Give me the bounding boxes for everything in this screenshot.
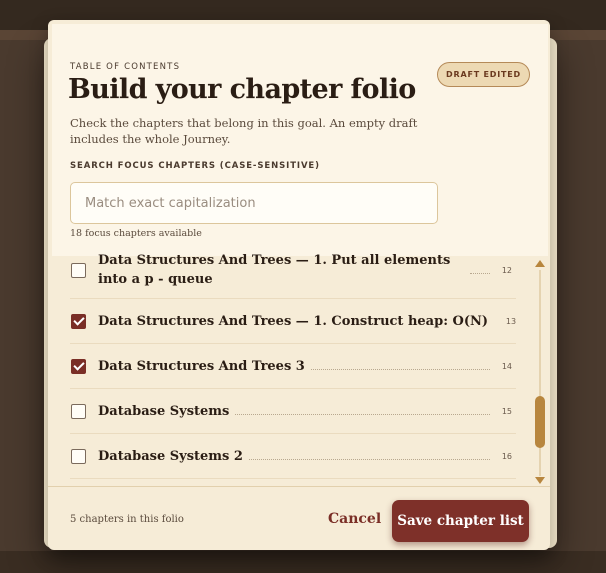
chapter-row[interactable]: Database Systems 15 — [70, 389, 516, 434]
chapter-list[interactable]: Data Structures And Trees — 1. Put all e… — [70, 252, 516, 486]
chapter-label: Database Systems — [98, 403, 230, 419]
search-label: SEARCH FOCUS CHAPTERS (CASE-SENSITIVE) — [70, 161, 320, 171]
cancel-button[interactable]: Cancel — [328, 511, 381, 527]
chapter-checkbox[interactable] — [71, 358, 86, 374]
dot-leader — [235, 413, 490, 415]
chapter-label: Data Structures And Trees — 1. Construct… — [98, 313, 489, 329]
chapter-page: 14 — [501, 361, 512, 371]
chapter-row[interactable]: Data Structures And Trees — 1. Construct… — [70, 299, 516, 344]
chapter-page: 13 — [505, 316, 516, 326]
scroll-down-arrow-icon[interactable] — [535, 477, 545, 484]
dialog-description: Check the chapters that belong in this g… — [70, 116, 418, 146]
chapter-label: Data Structures And Trees — 1. Put all e… — [98, 253, 451, 287]
scroll-up-arrow-icon[interactable] — [535, 260, 545, 267]
chapter-row[interactable]: Data Structures And Trees 3 14 — [70, 344, 516, 389]
chapter-row[interactable]: Database Systems 2 16 — [70, 434, 516, 479]
search-result-count: 18 focus chapters available — [70, 228, 202, 239]
footer-divider — [48, 486, 550, 487]
chapter-checkbox[interactable] — [71, 403, 86, 419]
chapter-row[interactable]: Data Structures And Trees — 1. Put all e… — [70, 252, 516, 299]
chapter-search-input[interactable] — [70, 182, 438, 224]
chapter-checkbox[interactable] — [71, 313, 86, 329]
chapter-folio-dialog: TABLE OF CONTENTS Build your chapter fol… — [48, 20, 550, 550]
chapter-page: 15 — [501, 406, 512, 416]
chapter-checkbox[interactable] — [71, 262, 86, 278]
dialog-eyebrow: TABLE OF CONTENTS — [70, 62, 181, 72]
dot-leader — [310, 368, 490, 370]
background-footer — [0, 551, 606, 573]
dot-leader — [470, 272, 490, 274]
scrollbar-thumb[interactable] — [535, 396, 545, 448]
dialog-title: Build your chapter folio — [68, 74, 416, 105]
draft-status-badge: DRAFT EDITED — [437, 62, 530, 87]
chapter-page: 16 — [501, 451, 512, 461]
chapter-page: 12 — [501, 265, 512, 275]
folio-count: 5 chapters in this folio — [70, 514, 184, 525]
dot-leader — [248, 458, 490, 460]
chapter-label: Database Systems 2 — [98, 448, 243, 464]
chapter-label: Data Structures And Trees 3 — [98, 358, 305, 374]
save-chapter-list-button[interactable]: Save chapter list — [392, 500, 529, 542]
chapter-checkbox[interactable] — [71, 448, 86, 464]
